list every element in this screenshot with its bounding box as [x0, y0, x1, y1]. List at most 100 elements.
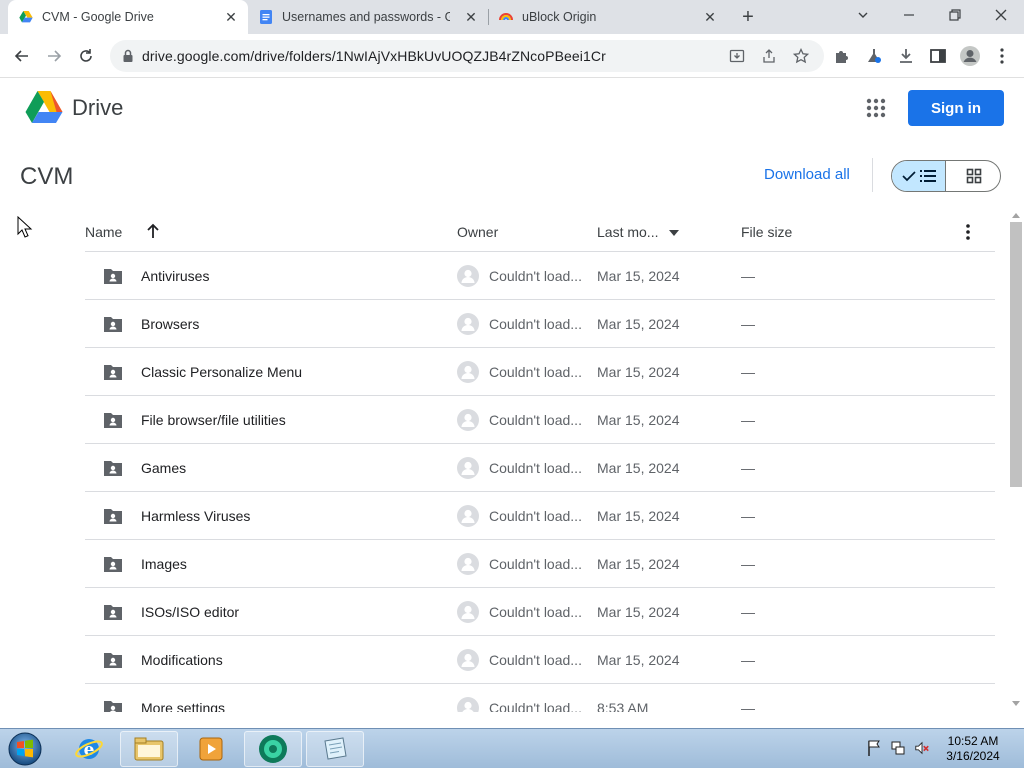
owner-avatar-icon — [457, 505, 479, 527]
file-size: — — [741, 268, 755, 284]
sort-ascending-arrow-icon[interactable] — [145, 222, 161, 240]
more-vert-icon[interactable] — [961, 222, 975, 242]
list-view-button[interactable] — [892, 161, 946, 191]
grid-view-button[interactable] — [947, 161, 1000, 191]
owner-name: Couldn't load... — [489, 364, 582, 380]
taskbar-notepad[interactable] — [306, 731, 364, 767]
table-row[interactable]: ISOs/ISO editor Couldn't load... Mar 15, 2… — [85, 588, 995, 636]
tab-search-chevron-icon[interactable] — [840, 0, 886, 30]
ublock-icon — [499, 13, 513, 21]
last-modified: Mar 15, 2024 — [597, 460, 680, 476]
network-icon[interactable] — [890, 739, 906, 757]
scrollbar-thumb[interactable] — [1010, 222, 1022, 487]
table-row[interactable]: Modifications Couldn't load... Mar 15, 202… — [85, 636, 995, 684]
column-header-last-modified[interactable]: Last mo... — [597, 224, 680, 240]
last-modified: Mar 15, 2024 — [597, 268, 680, 284]
scroll-up-arrow-icon[interactable] — [1011, 211, 1021, 219]
taskbar-internet-explorer[interactable]: e — [60, 731, 118, 767]
owner-name: Couldn't load... — [489, 604, 582, 620]
url-text: drive.google.com/drive/folders/1NwIAjVxH… — [142, 48, 606, 64]
tab-usernames-and-passwords[interactable]: Usernames and passwords - Go ✕ — [248, 0, 488, 34]
file-size: — — [741, 412, 755, 428]
extensions-puzzle-icon[interactable] — [829, 43, 855, 69]
browser-toolbar: drive.google.com/drive/folders/1NwIAjVxH… — [0, 34, 1024, 78]
close-window-button[interactable] — [978, 0, 1024, 30]
start-button[interactable] — [5, 730, 45, 768]
table-row[interactable]: Classic Personalize Menu Couldn't load...… — [85, 348, 995, 396]
file-size: — — [741, 652, 755, 668]
page-title: CVM — [20, 163, 74, 190]
table-row[interactable]: File browser/file utilities Couldn't load… — [85, 396, 995, 444]
taskbar-file-explorer[interactable] — [120, 731, 178, 767]
system-clock[interactable]: 10:52 AM 3/16/2024 — [942, 734, 1004, 764]
tab-close-icon[interactable]: ✕ — [222, 8, 240, 26]
bookmark-star-icon[interactable] — [790, 45, 812, 67]
file-size: — — [741, 508, 755, 524]
install-app-icon[interactable] — [726, 45, 748, 67]
column-header-last-modified-label: Last mo... — [597, 224, 659, 240]
download-all-button[interactable]: Download all — [764, 166, 850, 183]
sign-in-button[interactable]: Sign in — [908, 90, 1004, 126]
clock-date: 3/16/2024 — [946, 749, 1000, 763]
scroll-down-arrow-icon[interactable] — [1011, 700, 1021, 708]
taskbar-media-player[interactable] — [182, 731, 240, 767]
drive-header: Drive Sign in — [0, 78, 1024, 140]
table-row[interactable]: Browsers Couldn't load... Mar 15, 2024 — — [85, 300, 995, 348]
labs-flask-icon[interactable] — [861, 43, 887, 69]
taskbar-browser[interactable] — [244, 731, 302, 767]
tab-cvm-google-drive[interactable]: CVM - Google Drive ✕ — [8, 0, 248, 34]
table-row[interactable]: Images Couldn't load... Mar 15, 2024 — — [85, 540, 995, 588]
owner-name: Couldn't load... — [489, 412, 582, 428]
side-panel-icon[interactable] — [925, 43, 951, 69]
action-center-flag-icon[interactable] — [866, 739, 882, 757]
profile-avatar-icon[interactable] — [957, 43, 983, 69]
column-header-name[interactable]: Name — [85, 224, 122, 240]
reload-button[interactable] — [73, 43, 99, 69]
docs-icon — [260, 10, 272, 24]
browser-tab-strip: CVM - Google Drive ✕ Usernames and passw… — [0, 0, 1024, 34]
owner-name: Couldn't load... — [489, 700, 582, 712]
grid-view-icon — [966, 168, 982, 184]
column-header-file-size[interactable]: File size — [741, 224, 792, 240]
file-size: — — [741, 556, 755, 572]
tab-title: Usernames and passwords - Go — [282, 10, 450, 24]
folder-icon — [134, 737, 164, 761]
minimize-button[interactable] — [886, 0, 932, 30]
shared-folder-icon — [104, 509, 122, 524]
view-toggle — [891, 160, 1001, 192]
new-tab-button[interactable]: + — [736, 5, 760, 29]
table-row[interactable]: Antiviruses Couldn't load... Mar 15, 2024 — — [85, 252, 995, 300]
owner-name: Couldn't load... — [489, 652, 582, 668]
browser-menu-icon[interactable] — [989, 43, 1015, 69]
drive-logo-icon[interactable] — [25, 90, 63, 124]
last-modified: Mar 15, 2024 — [597, 364, 680, 380]
shared-folder-icon — [104, 365, 122, 380]
tab-ublock-origin[interactable]: uBlock Origin ✕ — [488, 0, 728, 34]
address-bar[interactable]: drive.google.com/drive/folders/1NwIAjVxH… — [110, 40, 824, 72]
restore-button[interactable] — [932, 0, 978, 30]
back-button[interactable] — [9, 43, 35, 69]
table-row[interactable]: More settings Couldn't load... 8:53 AM — — [85, 684, 995, 712]
share-icon[interactable] — [758, 45, 780, 67]
shared-folder-icon — [104, 701, 122, 712]
downloads-icon[interactable] — [893, 43, 919, 69]
tab-close-icon[interactable]: ✕ — [462, 8, 480, 26]
shared-folder-icon — [104, 461, 122, 476]
table-header: Name Owner Last mo... File size — [85, 212, 995, 252]
shared-folder-icon — [104, 605, 122, 620]
table-row[interactable]: Games Couldn't load... Mar 15, 2024 — — [85, 444, 995, 492]
tab-close-icon[interactable]: ✕ — [701, 8, 719, 26]
volume-muted-icon[interactable] — [914, 739, 930, 757]
internet-explorer-icon: e — [75, 739, 103, 760]
divider — [872, 158, 873, 192]
last-modified: Mar 15, 2024 — [597, 412, 680, 428]
lock-icon — [123, 49, 133, 62]
owner-avatar-icon — [457, 649, 479, 671]
table-row[interactable]: Harmless Viruses Couldn't load... Mar 15, … — [85, 492, 995, 540]
owner-avatar-icon — [457, 409, 479, 431]
file-list: Antiviruses Couldn't load... Mar 15, 2024 —… — [85, 252, 995, 712]
owner-avatar-icon — [457, 361, 479, 383]
forward-button[interactable] — [41, 43, 67, 69]
google-apps-grid-icon[interactable] — [864, 96, 888, 120]
column-header-owner[interactable]: Owner — [457, 224, 498, 240]
